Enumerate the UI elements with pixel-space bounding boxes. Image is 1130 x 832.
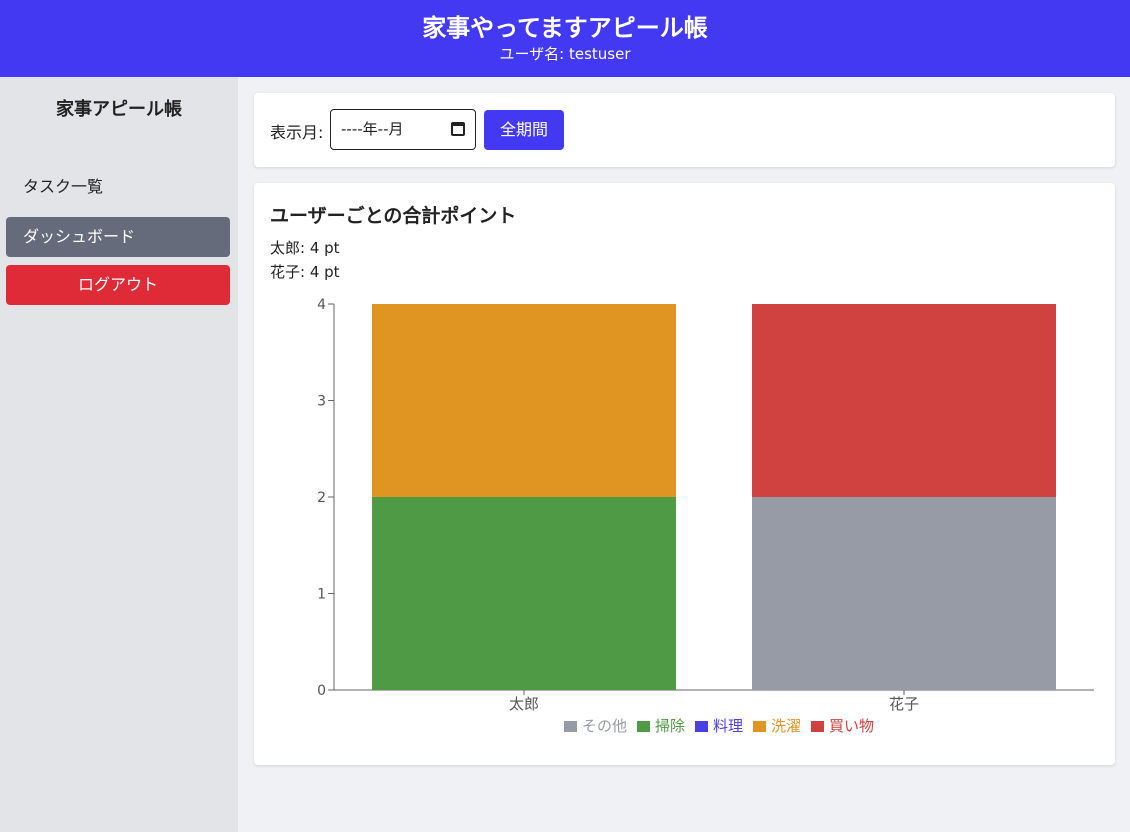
x-tick-label: 太郎 — [509, 695, 539, 713]
y-tick-label: 0 — [317, 683, 326, 699]
y-tick-label: 1 — [317, 587, 326, 603]
app-header: 家事やってますアピール帳 ユーザ名: testuser — [0, 0, 1130, 77]
sidebar-item-dashboard[interactable]: ダッシュボード — [6, 217, 230, 257]
legend-swatch — [564, 721, 577, 732]
legend-label: 料理 — [713, 717, 743, 735]
legend-swatch — [811, 721, 824, 732]
legend-label: その他 — [582, 717, 627, 735]
app-title: 家事やってますアピール帳 — [422, 14, 708, 42]
filter-card: 表示月: ----年--月 全期間 — [254, 93, 1115, 167]
chart-card: ユーザーごとの合計ポイント 太郎: 4 pt 花子: 4 pt 0 1 2 3 4 太郎花… — [254, 183, 1115, 765]
legend-swatch — [695, 721, 708, 732]
sidebar-brand: 家事アピール帳 — [56, 99, 182, 120]
month-label: 表示月: — [270, 123, 324, 142]
user-label: ユーザ名: testuser — [499, 45, 631, 63]
legend-label: 洗濯 — [771, 717, 801, 735]
x-tick-label: 花子 — [889, 695, 919, 713]
bar-segment — [372, 497, 676, 690]
legend-label: 掃除 — [655, 717, 685, 735]
legend-label: 買い物 — [829, 717, 874, 735]
y-tick-label: 4 — [317, 297, 326, 313]
stacked-bar-chart: 0 1 2 3 4 太郎 花子その他 掃除 料理 洗濯 買い物 — [317, 297, 1094, 735]
bar-segment — [752, 497, 1056, 690]
legend-swatch — [637, 721, 650, 732]
all-period-button[interactable]: 全期間 — [484, 110, 564, 150]
y-tick-label: 2 — [317, 490, 326, 506]
sidebar-item-tasks[interactable]: タスク一覧 — [6, 167, 230, 207]
bar-segment — [372, 304, 676, 497]
sidebar: 家事アピール帳 タスク一覧 ダッシュボード ログアウト — [0, 77, 238, 832]
logout-button[interactable]: ログアウト — [6, 265, 230, 305]
legend-swatch — [753, 721, 766, 732]
bar-segment — [752, 304, 1056, 497]
month-input-value: ----年--月 — [341, 120, 404, 138]
y-tick-label: 3 — [317, 394, 326, 410]
calendar-icon[interactable] — [451, 122, 465, 136]
month-input[interactable]: ----年--月 — [330, 109, 476, 150]
